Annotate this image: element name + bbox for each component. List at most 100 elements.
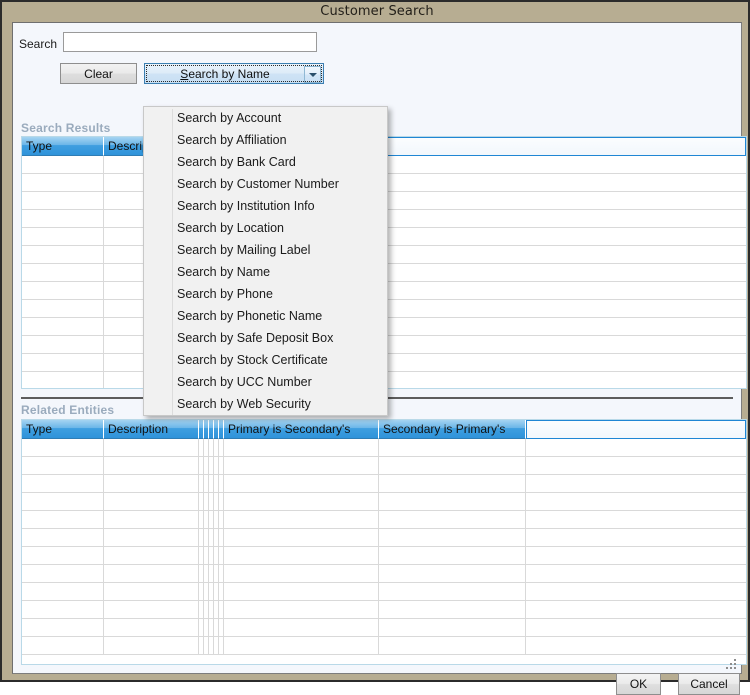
related-entities-cell[interactable] — [224, 583, 379, 600]
search-results-header-cell-2[interactable] — [376, 137, 746, 156]
related-entities-row[interactable] — [22, 457, 746, 475]
related-entities-cell[interactable] — [224, 529, 379, 546]
dropdown-item-search-by-affiliation[interactable]: Search by Affiliation — [144, 129, 387, 151]
dropdown-item-search-by-bank-card[interactable]: Search by Bank Card — [144, 151, 387, 173]
related-entities-cell[interactable] — [22, 475, 104, 492]
dropdown-item-search-by-safe-deposit-box[interactable]: Search by Safe Deposit Box — [144, 327, 387, 349]
search-results-cell[interactable] — [22, 318, 104, 335]
search-results-cell[interactable] — [22, 354, 104, 371]
search-results-cell[interactable] — [376, 228, 746, 245]
related-entities-cell[interactable] — [224, 457, 379, 474]
related-entities-cell[interactable] — [104, 547, 199, 564]
related-entities-cell[interactable] — [22, 637, 104, 654]
related-entities-cell[interactable] — [379, 601, 526, 618]
search-results-cell[interactable] — [22, 174, 104, 191]
dropdown-item-search-by-phonetic-name[interactable]: Search by Phonetic Name — [144, 305, 387, 327]
search-results-cell[interactable] — [376, 336, 746, 353]
related-entities-cell[interactable] — [104, 529, 199, 546]
cancel-button[interactable]: Cancel — [678, 673, 740, 695]
related-entities-cell[interactable] — [104, 439, 199, 456]
related-entities-cell[interactable] — [224, 619, 379, 636]
related-entities-cell[interactable] — [526, 637, 746, 654]
search-results-cell[interactable] — [22, 210, 104, 227]
dropdown-item-search-by-location[interactable]: Search by Location — [144, 217, 387, 239]
related-entities-cell[interactable] — [526, 583, 746, 600]
related-entities-row[interactable] — [22, 511, 746, 529]
related-entities-row[interactable] — [22, 475, 746, 493]
related-entities-cell[interactable] — [224, 601, 379, 618]
search-results-cell[interactable] — [376, 246, 746, 263]
search-results-header-cell-type[interactable]: Type — [22, 137, 104, 156]
search-results-cell[interactable] — [22, 264, 104, 281]
related-entities-cell[interactable] — [379, 583, 526, 600]
related-entities-cell[interactable] — [104, 637, 199, 654]
related-entities-cell[interactable] — [526, 529, 746, 546]
dropdown-item-search-by-account[interactable]: Search by Account — [144, 107, 387, 129]
related-entities-cell[interactable] — [379, 439, 526, 456]
search-results-cell[interactable] — [376, 318, 746, 335]
dropdown-item-search-by-name[interactable]: Search by Name — [144, 261, 387, 283]
search-results-cell[interactable] — [376, 282, 746, 299]
related-entities-row[interactable] — [22, 547, 746, 565]
dropdown-item-search-by-institution-info[interactable]: Search by Institution Info — [144, 195, 387, 217]
related-entities-row[interactable] — [22, 619, 746, 637]
search-results-cell[interactable] — [22, 282, 104, 299]
related-entities-cell[interactable] — [526, 457, 746, 474]
related-entities-cell[interactable] — [104, 565, 199, 582]
related-entities-cell[interactable] — [526, 547, 746, 564]
related-entities-cell[interactable] — [526, 619, 746, 636]
related-entities-cell[interactable] — [104, 475, 199, 492]
related-entities-cell[interactable] — [224, 439, 379, 456]
related-entities-cell[interactable] — [22, 493, 104, 510]
related-entities-cell[interactable] — [104, 457, 199, 474]
dropdown-item-search-by-customer-number[interactable]: Search by Customer Number — [144, 173, 387, 195]
search-results-cell[interactable] — [376, 174, 746, 191]
related-entities-cell[interactable] — [526, 601, 746, 618]
search-results-cell[interactable] — [22, 336, 104, 353]
related-entities-row[interactable] — [22, 601, 746, 619]
related-entities-cell[interactable] — [379, 619, 526, 636]
related-entities-cell[interactable] — [22, 457, 104, 474]
related-entities-cell[interactable] — [379, 493, 526, 510]
related-entities-cell[interactable] — [379, 457, 526, 474]
related-entities-cell[interactable] — [22, 619, 104, 636]
dropdown-item-search-by-web-security[interactable]: Search by Web Security — [144, 393, 387, 415]
related-entities-cell[interactable] — [224, 475, 379, 492]
related-entities-cell[interactable] — [22, 565, 104, 582]
related-entities-body[interactable] — [22, 439, 746, 655]
search-results-cell[interactable] — [376, 264, 746, 281]
related-entities-header-cell-description[interactable]: Description — [104, 420, 199, 439]
chevron-down-icon[interactable] — [304, 66, 321, 83]
related-entities-row[interactable] — [22, 493, 746, 511]
dropdown-item-search-by-ucc-number[interactable]: Search by UCC Number — [144, 371, 387, 393]
related-entities-row[interactable] — [22, 439, 746, 457]
related-entities-cell[interactable] — [22, 601, 104, 618]
search-results-cell[interactable] — [22, 372, 104, 388]
related-entities-cell[interactable] — [379, 511, 526, 528]
search-results-cell[interactable] — [22, 246, 104, 263]
related-entities-row[interactable] — [22, 637, 746, 655]
search-results-cell[interactable] — [376, 192, 746, 209]
related-entities-header-cell-type[interactable]: Type — [22, 420, 104, 439]
related-entities-cell[interactable] — [104, 619, 199, 636]
search-type-combobox[interactable]: Search by Name — [144, 63, 324, 84]
related-entities-cell[interactable] — [379, 547, 526, 564]
related-entities-cell[interactable] — [104, 583, 199, 600]
related-entities-row[interactable] — [22, 583, 746, 601]
clear-button[interactable]: Clear — [60, 63, 137, 84]
search-type-dropdown-list[interactable]: Search by Account Search by Affiliation Se… — [143, 106, 388, 416]
dropdown-item-search-by-phone[interactable]: Search by Phone — [144, 283, 387, 305]
related-entities-cell[interactable] — [104, 601, 199, 618]
related-entities-header-cell-secondary-is-primary-s[interactable]: Secondary is Primary's — [379, 420, 526, 439]
search-results-cell[interactable] — [22, 156, 104, 173]
related-entities-grid[interactable]: Type Description Primary is Secondary's Sec… — [21, 419, 747, 665]
resize-grip-icon[interactable] — [726, 659, 738, 671]
related-entities-cell[interactable] — [22, 583, 104, 600]
related-entities-cell[interactable] — [224, 565, 379, 582]
search-results-cell[interactable] — [376, 300, 746, 317]
related-entities-cell[interactable] — [526, 493, 746, 510]
search-results-cell[interactable] — [22, 228, 104, 245]
dropdown-item-search-by-mailing-label[interactable]: Search by Mailing Label — [144, 239, 387, 261]
related-entities-cell[interactable] — [224, 637, 379, 654]
search-input[interactable] — [63, 32, 317, 52]
